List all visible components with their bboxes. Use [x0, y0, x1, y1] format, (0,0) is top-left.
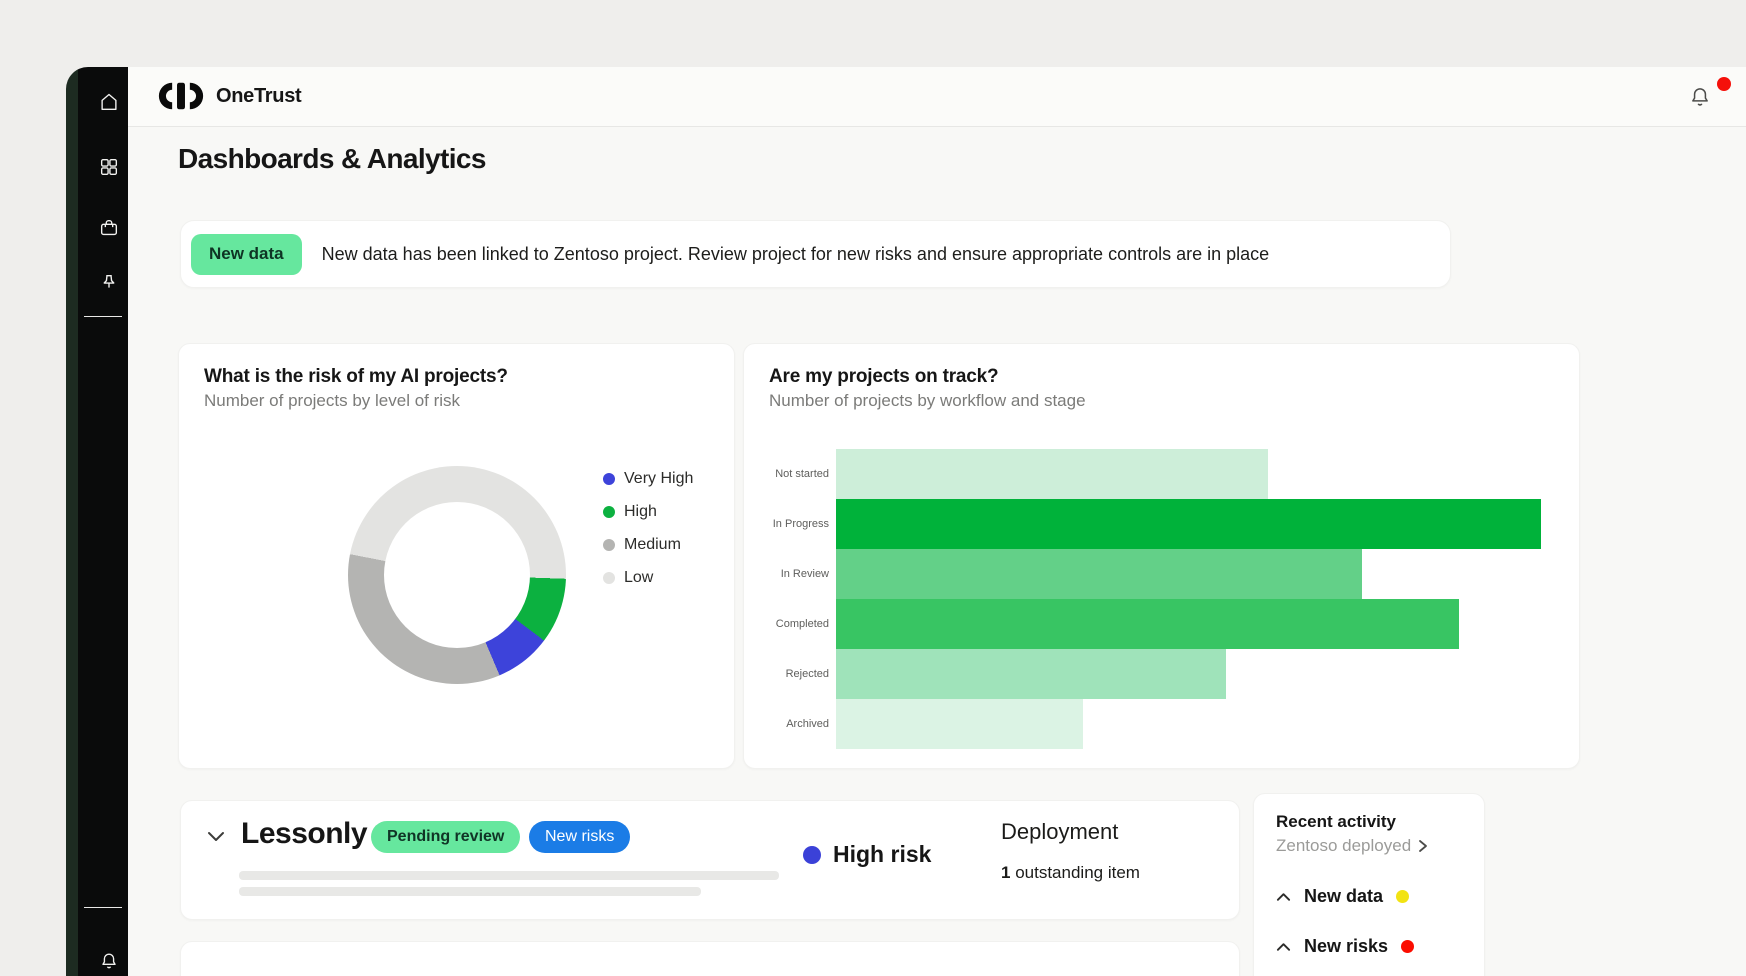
recent-activity-panel: Recent activity Zentoso deployed New dat…	[1253, 793, 1485, 976]
brand-name: OneTrust	[216, 85, 301, 108]
next-project-card	[180, 941, 1240, 976]
apps-grid-icon[interactable]	[98, 156, 120, 178]
banner-badge: New data	[191, 234, 302, 275]
new-data-banner: New data New data has been linked to Zen…	[180, 220, 1451, 288]
bar-completed	[836, 599, 1459, 649]
bar-label: Archived	[744, 718, 829, 730]
bar-label: Completed	[744, 618, 829, 630]
legend-item: Very High	[603, 468, 693, 490]
workflow-chart-subtitle: Number of projects by workflow and stage	[769, 391, 1086, 411]
bar-label: In Review	[744, 568, 829, 580]
legend-label: Medium	[624, 536, 681, 554]
bar-label: Rejected	[744, 668, 829, 680]
rail-accent-strip	[66, 67, 78, 976]
onetrust-logo-icon	[158, 81, 204, 111]
bar-archived	[836, 699, 1083, 749]
project-name: Lessonly	[241, 817, 367, 851]
legend-dot-medium	[603, 539, 615, 551]
bar-row: In Review	[744, 549, 1579, 599]
status-badge-new-risks: New risks	[529, 821, 630, 853]
red-status-dot	[1401, 940, 1414, 953]
workflow-chart-card: Are my projects on track? Number of proj…	[743, 343, 1580, 769]
legend-item: Low	[603, 567, 693, 589]
activity-label: New risks	[1304, 936, 1388, 957]
outstanding-suffix: outstanding item	[1010, 863, 1139, 882]
donut-hole	[384, 502, 530, 648]
outstanding-items: 1 outstanding item	[1001, 863, 1140, 883]
pin-icon[interactable]	[98, 272, 120, 294]
project-row-lessonly: Lessonly Pending review New risks High r…	[180, 800, 1240, 920]
high-risk-dot	[803, 846, 821, 864]
bar-row: In Progress	[744, 499, 1579, 549]
rail-divider-bottom	[84, 907, 122, 908]
recent-activity-title: Recent activity	[1276, 812, 1396, 832]
legend-item: Medium	[603, 534, 693, 556]
home-icon[interactable]	[98, 91, 120, 113]
status-badge-pending-review: Pending review	[371, 821, 520, 853]
chevron-up-icon	[1276, 892, 1291, 902]
legend-item: High	[603, 501, 693, 523]
yellow-status-dot	[1396, 890, 1409, 903]
legend-dot-low	[603, 572, 615, 584]
bar-track	[836, 449, 1579, 499]
rail-divider-top	[84, 316, 122, 317]
sidebar-rail	[78, 67, 128, 976]
notification-dot	[1717, 77, 1731, 91]
sidebar-bell-icon[interactable]	[98, 950, 120, 972]
chevron-down-icon[interactable]	[206, 829, 226, 847]
legend-label: High	[624, 503, 657, 521]
legend-label: Very High	[624, 470, 693, 488]
header-bell-icon[interactable]	[1687, 84, 1713, 110]
legend-dot-high	[603, 506, 615, 518]
bar-track	[836, 549, 1579, 599]
bar-in-progress	[836, 499, 1541, 549]
risk-chart-subtitle: Number of projects by level of risk	[204, 391, 460, 411]
zentoso-deployed-label: Zentoso deployed	[1276, 836, 1411, 856]
skeleton-line	[239, 871, 779, 880]
stage-label: Deployment	[1001, 819, 1118, 845]
projects-briefcase-icon[interactable]	[98, 217, 120, 239]
bar-row: Completed	[744, 599, 1579, 649]
top-header: OneTrust	[128, 67, 1746, 127]
bar-label: Not started	[744, 468, 829, 480]
bar-row: Not started	[744, 449, 1579, 499]
bar-in-review	[836, 549, 1362, 599]
bar-track	[836, 649, 1579, 699]
legend-label: Low	[624, 569, 653, 587]
page-title: Dashboards & Analytics	[178, 143, 486, 175]
activity-item-new-data[interactable]: New data	[1276, 886, 1409, 907]
workflow-bar-chart: Not started In Progress In Review Comple…	[744, 449, 1579, 749]
risk-chart-title: What is the risk of my AI projects?	[204, 366, 508, 388]
bar-track	[836, 699, 1579, 749]
bar-row: Rejected	[744, 649, 1579, 699]
bar-label: In Progress	[744, 518, 829, 530]
risk-donut-chart	[348, 466, 566, 684]
chevron-up-icon	[1276, 942, 1291, 952]
bar-track	[836, 499, 1579, 549]
zentoso-deployed-link[interactable]: Zentoso deployed	[1276, 836, 1429, 856]
banner-message: New data has been linked to Zentoso proj…	[322, 244, 1270, 265]
activity-label: New data	[1304, 886, 1383, 907]
bar-track	[836, 599, 1579, 649]
workflow-chart-title: Are my projects on track?	[769, 366, 998, 388]
brand: OneTrust	[158, 81, 301, 111]
risk-legend: Very High High Medium Low	[603, 468, 693, 600]
app-window: OneTrust Dashboards & Analytics New data…	[66, 67, 1746, 976]
risk-level-label: High risk	[833, 841, 931, 868]
bar-not-started	[836, 449, 1268, 499]
legend-dot-very-high	[603, 473, 615, 485]
bar-row: Archived	[744, 699, 1579, 749]
risk-chart-card: What is the risk of my AI projects? Numb…	[178, 343, 735, 769]
activity-item-new-risks[interactable]: New risks	[1276, 936, 1414, 957]
bar-rejected	[836, 649, 1226, 699]
chevron-right-icon	[1417, 839, 1429, 853]
skeleton-line	[239, 887, 701, 896]
